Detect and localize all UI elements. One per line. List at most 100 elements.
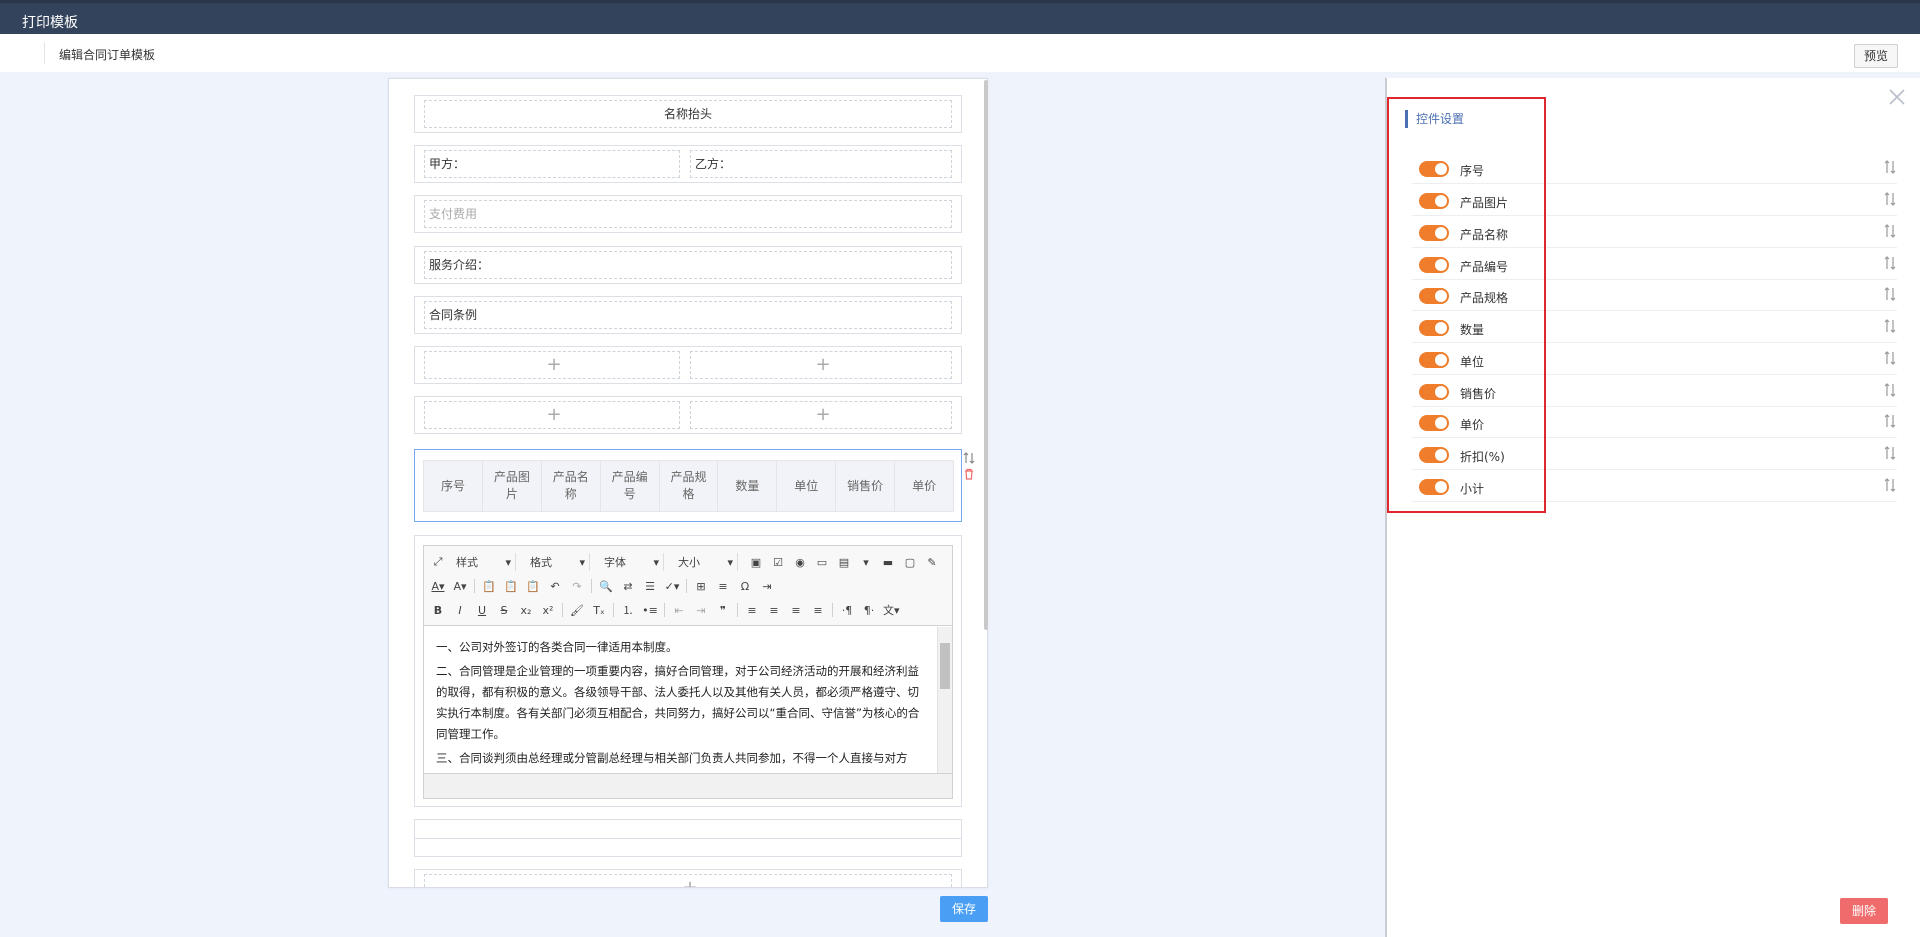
contract-terms-field[interactable]: 合同条例 bbox=[424, 301, 952, 329]
empty-row[interactable]: + + bbox=[414, 396, 962, 434]
subscript-icon[interactable]: x₂ bbox=[518, 602, 534, 618]
drag-handle-icon[interactable] bbox=[1883, 192, 1897, 206]
toggle-switch[interactable] bbox=[1419, 320, 1449, 336]
title-field[interactable]: 名称抬头 bbox=[424, 100, 952, 128]
rich-text-editor[interactable]: ⤢ 样式 ▾ 格式 ▾ 字体 ▾ 大小 ▾ ▣ ☑ ◉ ▭ ▤ ▾ ▬ ▢ ✎ A▾ bbox=[423, 545, 953, 799]
hidden-field-icon[interactable]: ✎ bbox=[924, 554, 940, 570]
rtl-icon[interactable]: ¶· bbox=[861, 602, 877, 618]
bulleted-list-icon[interactable]: •≡ bbox=[642, 602, 658, 618]
toggle-switch[interactable] bbox=[1419, 288, 1449, 304]
paste-text-icon[interactable]: 📋 bbox=[503, 578, 519, 594]
maximize-icon[interactable]: ⤢ bbox=[430, 554, 446, 570]
drag-handle-icon[interactable] bbox=[1883, 287, 1897, 301]
undo-icon[interactable]: ↶ bbox=[547, 578, 563, 594]
textfield-icon[interactable]: ▭ bbox=[814, 554, 830, 570]
paste-word-icon[interactable]: 📋 bbox=[525, 578, 541, 594]
toggle-switch[interactable] bbox=[1419, 384, 1449, 400]
product-table[interactable]: 序号 产品图 片 产品名 称 产品编 号 产品规 格 数量 单位 销售价 单价 bbox=[414, 449, 962, 522]
form-icon[interactable]: ▣ bbox=[748, 554, 764, 570]
horizontal-line-icon[interactable]: ≡ bbox=[715, 578, 731, 594]
textarea-icon[interactable]: ▤ bbox=[836, 554, 852, 570]
canvas-scrollbar[interactable] bbox=[984, 80, 988, 630]
empty-row[interactable]: + + bbox=[414, 346, 962, 384]
drag-handle-icon[interactable] bbox=[1883, 319, 1897, 333]
party-b-field[interactable]: 乙方： bbox=[690, 150, 952, 178]
language-icon[interactable]: 文▾ bbox=[883, 602, 900, 618]
paste-icon[interactable]: 📋 bbox=[481, 578, 497, 594]
drag-handle-icon[interactable] bbox=[1883, 256, 1897, 270]
ltr-icon[interactable]: ·¶ bbox=[839, 602, 855, 618]
service-row[interactable]: 服务介绍： bbox=[414, 246, 962, 284]
toggle-switch[interactable] bbox=[1419, 415, 1449, 431]
replace-icon[interactable]: ⇄ bbox=[620, 578, 636, 594]
editor-scrollbar[interactable] bbox=[937, 627, 952, 773]
numbered-list-icon[interactable]: ⒈ bbox=[620, 602, 636, 618]
remove-format-icon[interactable]: Tₓ bbox=[591, 602, 607, 618]
bold-icon[interactable]: B bbox=[430, 602, 446, 618]
service-intro-field[interactable]: 服务介绍： bbox=[424, 251, 952, 279]
toggle-switch[interactable] bbox=[1419, 161, 1449, 177]
payment-field[interactable]: 支付费用 bbox=[424, 200, 952, 228]
drag-handle-icon[interactable] bbox=[1883, 224, 1897, 238]
outdent-icon[interactable]: ⇤ bbox=[671, 602, 687, 618]
terms-row[interactable]: 合同条例 bbox=[414, 296, 962, 334]
drag-handle-icon[interactable] bbox=[1883, 383, 1897, 397]
close-icon[interactable] bbox=[1888, 88, 1906, 106]
image-button-icon[interactable]: ▢ bbox=[902, 554, 918, 570]
special-char-icon[interactable]: Ω bbox=[737, 578, 753, 594]
empty-row[interactable]: + bbox=[414, 869, 962, 887]
drag-handle-icon[interactable] bbox=[1883, 160, 1897, 174]
button-icon[interactable]: ▬ bbox=[880, 554, 896, 570]
empty-row[interactable] bbox=[414, 819, 962, 857]
title-row[interactable]: 名称抬头 bbox=[414, 95, 962, 133]
party-row[interactable]: 甲方： 乙方： bbox=[414, 145, 962, 183]
font-select[interactable]: 字体 ▾ bbox=[600, 553, 664, 571]
align-center-icon[interactable]: ≡ bbox=[766, 602, 782, 618]
text-color-icon[interactable]: A▾ bbox=[430, 578, 446, 594]
radio-icon[interactable]: ◉ bbox=[792, 554, 808, 570]
payment-row[interactable]: 支付费用 bbox=[414, 195, 962, 233]
style-select[interactable]: 样式 ▾ bbox=[452, 553, 516, 571]
indent-icon[interactable]: ⇥ bbox=[693, 602, 709, 618]
align-justify-icon[interactable]: ≡ bbox=[810, 602, 826, 618]
save-button[interactable]: 保存 bbox=[940, 896, 988, 922]
add-field-button[interactable]: + bbox=[424, 351, 680, 379]
drag-handle-icon[interactable] bbox=[1883, 478, 1897, 492]
select-icon[interactable]: ▾ bbox=[858, 554, 874, 570]
party-a-field[interactable]: 甲方： bbox=[424, 150, 680, 178]
editor-content[interactable]: 一、公司对外签订的各类合同一律适用本制度。 二、合同管理是企业管理的一项重要内容… bbox=[424, 627, 936, 773]
format-painter-icon[interactable]: 🖌 bbox=[569, 602, 585, 618]
redo-icon[interactable]: ↷ bbox=[569, 578, 585, 594]
scrollbar-thumb[interactable] bbox=[940, 643, 950, 689]
checkbox-icon[interactable]: ☑ bbox=[770, 554, 786, 570]
align-left-icon[interactable]: ≡ bbox=[744, 602, 760, 618]
add-field-button[interactable]: + bbox=[424, 401, 680, 429]
add-field-button[interactable]: + bbox=[424, 874, 952, 887]
preview-button[interactable]: 预览 bbox=[1854, 44, 1898, 68]
delete-button[interactable]: 删除 bbox=[1840, 898, 1888, 924]
drag-handle-icon[interactable] bbox=[1883, 446, 1897, 460]
drag-handle-icon[interactable] bbox=[1883, 414, 1897, 428]
add-field-button[interactable]: + bbox=[690, 351, 952, 379]
toggle-switch[interactable] bbox=[1419, 257, 1449, 273]
blockquote-icon[interactable]: ❞ bbox=[715, 602, 731, 618]
toggle-switch[interactable] bbox=[1419, 479, 1449, 495]
underline-icon[interactable]: U bbox=[474, 602, 490, 618]
toggle-switch[interactable] bbox=[1419, 225, 1449, 241]
align-right-icon[interactable]: ≡ bbox=[788, 602, 804, 618]
size-select[interactable]: 大小 ▾ bbox=[674, 553, 738, 571]
toggle-switch[interactable] bbox=[1419, 193, 1449, 209]
editor-row[interactable]: ⤢ 样式 ▾ 格式 ▾ 字体 ▾ 大小 ▾ ▣ ☑ ◉ ▭ ▤ ▾ ▬ ▢ ✎ A▾ bbox=[414, 535, 962, 807]
drag-handle-icon[interactable] bbox=[1883, 351, 1897, 365]
trash-icon[interactable] bbox=[963, 468, 975, 480]
italic-icon[interactable]: I bbox=[452, 602, 468, 618]
toggle-switch[interactable] bbox=[1419, 447, 1449, 463]
select-all-icon[interactable]: ☰ bbox=[642, 578, 658, 594]
find-icon[interactable]: 🔍 bbox=[598, 578, 614, 594]
toggle-switch[interactable] bbox=[1419, 352, 1449, 368]
superscript-icon[interactable]: x² bbox=[540, 602, 556, 618]
strike-icon[interactable]: S bbox=[496, 602, 512, 618]
format-select[interactable]: 格式 ▾ bbox=[526, 553, 590, 571]
page-break-icon[interactable]: ⇥ bbox=[759, 578, 775, 594]
spellcheck-icon[interactable]: ✓▾ bbox=[664, 578, 680, 594]
